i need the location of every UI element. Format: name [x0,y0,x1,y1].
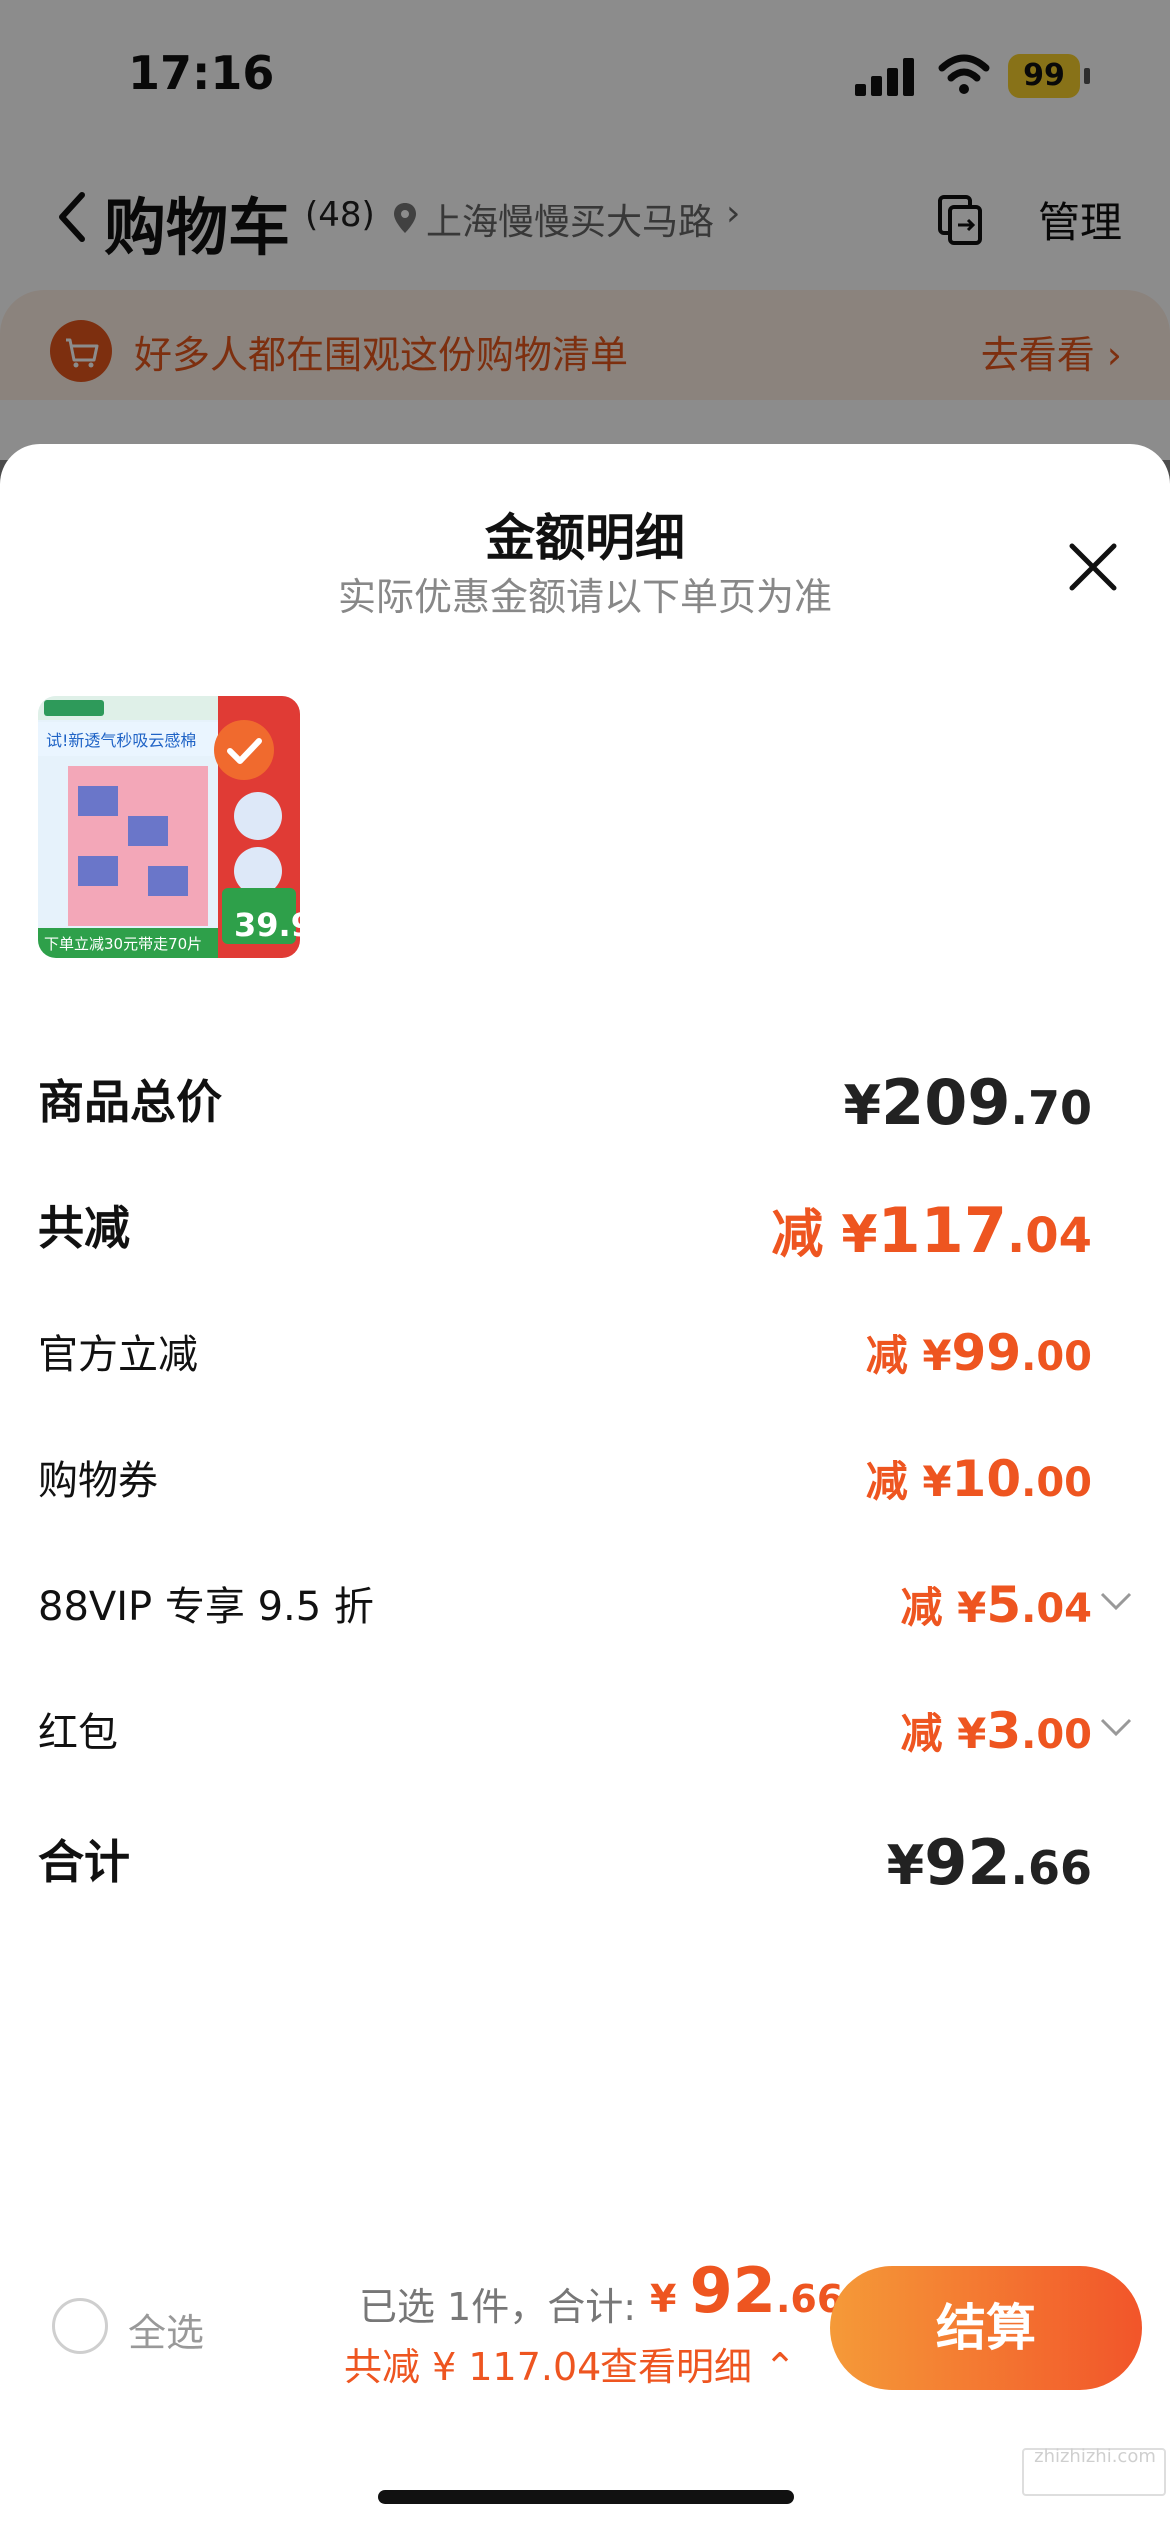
home-indicator[interactable] [378,2490,794,2504]
row-label: 商品总价 [38,1075,222,1129]
bottom-discount-text: 共减 ¥ 117.04 [344,2345,602,2389]
close-icon[interactable] [1066,540,1120,594]
row-label: 红包 [38,1710,118,1756]
row-amount: 减 ¥3.00 [900,1702,1092,1760]
row-amount: 减 ¥117.04 [771,1194,1092,1267]
chevron-down-icon[interactable] [1100,1718,1132,1738]
row-amount: 减 ¥10.00 [865,1450,1092,1508]
row-label: 购物券 [38,1458,158,1504]
row-total-discount: 共减 减 ¥117.04 [38,1192,1132,1267]
row-shopping-coupon: 购物券 减 ¥10.00 [38,1448,1132,1508]
sheet-title: 金额明细 [485,509,685,567]
row-amount: ¥209.70 [843,1066,1093,1139]
selected-check-icon[interactable] [214,720,274,780]
row-goods-total: 商品总价 ¥209.70 [38,1066,1132,1139]
row-label: 合计 [38,1835,130,1889]
row-amount: 减 ¥5.04 [900,1576,1092,1634]
bottom-total: ¥ 92.66 [650,2254,844,2327]
row-label: 官方立减 [38,1332,198,1378]
amount-detail-sheet: 金额明细 实际优惠金额请以下单页为准 试!新透气秒吸云感棉 39.9 下单立减3… [0,444,1170,2532]
selected-count-text: 已选 1件，合计: [358,2285,636,2329]
row-grand-total: 合计 ¥92.66 [38,1826,1132,1899]
badge-price: 39.9 [234,906,300,944]
watermark-text: zhizhizhi.com [1034,2446,1156,2467]
row-label: 共减 [38,1201,130,1255]
view-details-link[interactable]: 查看明细 ⌃ [600,2336,796,2391]
select-all-radio[interactable] [52,2298,108,2354]
row-label: 88VIP 专享 9.5 折 [38,1584,374,1630]
row-red-packet[interactable]: 红包 减 ¥3.00 [38,1700,1132,1760]
row-88vip-discount[interactable]: 88VIP 专享 9.5 折 减 ¥5.04 [38,1574,1132,1634]
row-amount: 减 ¥99.00 [865,1324,1092,1382]
chevron-down-icon[interactable] [1100,1592,1132,1612]
checkout-button[interactable]: 结算 [830,2266,1142,2390]
select-all-label[interactable]: 全选 [128,2302,204,2357]
badge-caption: 下单立减30元带走70片 [44,935,202,953]
row-amount: ¥92.66 [886,1826,1092,1899]
row-official-discount: 官方立减 减 ¥99.00 [38,1322,1132,1382]
promo-text: 试!新透气秒吸云感棉 [46,731,196,750]
sheet-subtitle: 实际优惠金额请以下单页为准 [337,575,832,619]
checkout-bar: 全选 已选 1件，合计: ¥ 92.66 共减 ¥ 117.04 查看明细 ⌃ … [0,2230,1170,2532]
